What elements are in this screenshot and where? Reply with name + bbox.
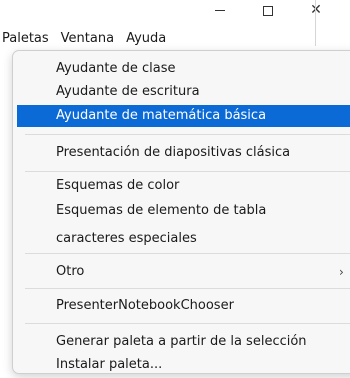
- maximize-icon: [263, 5, 273, 16]
- minimize-button[interactable]: [205, 1, 235, 17]
- menu-item-caracteres-especiales[interactable]: caracteres especiales: [17, 228, 350, 250]
- paletas-dropdown-menu: Ayudante de clase Ayudante de escritura …: [12, 50, 350, 374]
- window-controls: ✕: [200, 0, 350, 18]
- chevron-right-icon: ›: [339, 265, 344, 279]
- minimize-icon: [215, 9, 225, 11]
- menu-ayuda[interactable]: Ayuda: [120, 29, 172, 49]
- menu-item-otro-label: Otro: [56, 264, 85, 279]
- menu-separator: [25, 253, 350, 254]
- menu-paletas[interactable]: Paletas: [0, 29, 55, 49]
- app-window: ✕ Paletas Ventana Ayuda Ayudante de clas…: [0, 0, 350, 378]
- menu-item-presentacion-de-diapositivas[interactable]: Presentación de diapositivas clásica: [17, 142, 350, 164]
- menu-separator: [25, 134, 350, 135]
- menu-item-ayudante-de-matematica-basica[interactable]: Ayudante de matemática básica: [17, 105, 350, 127]
- menu-ventana[interactable]: Ventana: [55, 29, 120, 49]
- menu-item-instalar-paleta[interactable]: Instalar paleta...: [17, 354, 350, 376]
- menu-item-presenter-notebook-chooser[interactable]: PresenterNotebookChooser: [17, 295, 350, 317]
- menu-item-ayudante-de-escritura[interactable]: Ayudante de escritura: [17, 81, 350, 103]
- menu-separator: [25, 288, 350, 289]
- menu-item-esquemas-de-elemento-de-tabla[interactable]: Esquemas de elemento de tabla: [17, 200, 350, 222]
- menu-separator: [25, 323, 350, 324]
- close-button[interactable]: ✕: [301, 1, 331, 17]
- menu-item-esquemas-de-color[interactable]: Esquemas de color: [17, 175, 350, 197]
- menu-item-otro[interactable]: Otro ›: [17, 261, 350, 283]
- menu-bar: Paletas Ventana Ayuda: [0, 29, 316, 49]
- maximize-button[interactable]: [253, 1, 283, 17]
- menu-item-ayudante-de-clase[interactable]: Ayudante de clase: [17, 58, 350, 80]
- menu-separator: [25, 171, 350, 172]
- menu-item-generar-paleta[interactable]: Generar paleta a partir de la selección: [17, 331, 350, 353]
